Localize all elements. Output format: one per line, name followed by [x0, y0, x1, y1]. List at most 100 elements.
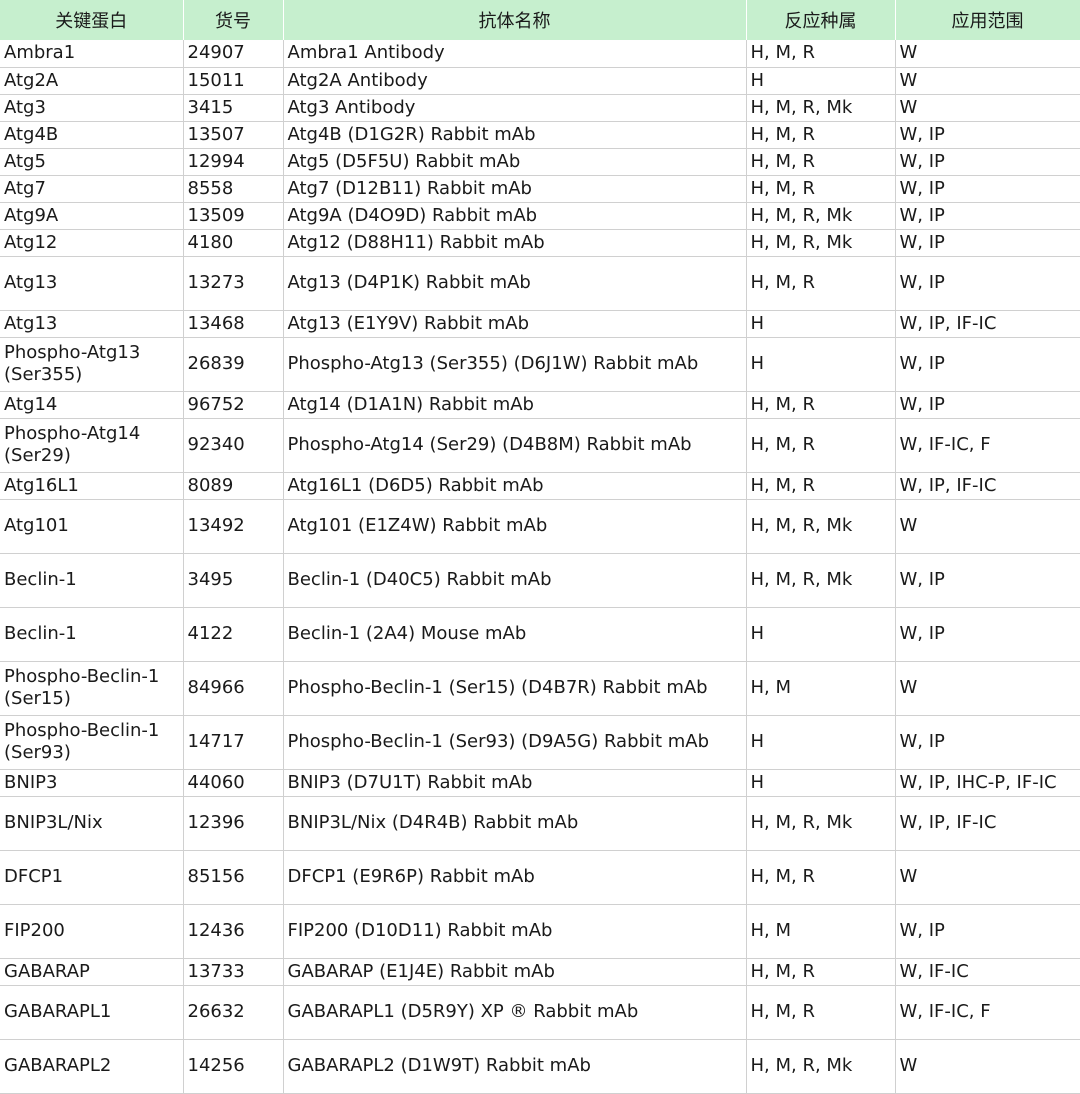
antibody-name-cell: Atg7 (D12B11) Rabbit mAb [283, 175, 747, 203]
protein-cell: DFCP1 [0, 850, 184, 905]
protein-cell: Atg16L1 [0, 472, 184, 500]
antibody-name-cell: Beclin-1 (2A4) Mouse mAb [283, 607, 747, 662]
table-row[interactable]: BNIP3 44060 BNIP3 (D7U1T) Rabbit mAb H W, IP… [0, 769, 1080, 797]
table-row[interactable]: DFCP1 85156 DFCP1 (E9R6P) Rabbit mAb H, M, … [0, 850, 1080, 905]
antibody-name-cell: Atg13 (D4P1K) Rabbit mAb [283, 256, 747, 311]
protein-cell: Phospho-Atg14 (Ser29) [0, 418, 184, 473]
protein-cell: Atg5 [0, 148, 184, 176]
catalog-number-cell: 84966 [183, 661, 284, 716]
column-header-protein[interactable]: 关键蛋白 [0, 0, 184, 40]
catalog-number-cell: 44060 [183, 769, 284, 797]
antibody-name-cell: Atg2A Antibody [283, 67, 747, 95]
table-header: 关键蛋白 货号 抗体名称 反应种属 应用范围 [0, 0, 1080, 40]
table-row[interactable]: Phospho-Beclin-1 (Ser15) 84966 Phospho-Bec… [0, 661, 1080, 716]
table-row[interactable]: Atg9A 13509 Atg9A (D4O9D) Rabbit mAb H, M, … [0, 202, 1080, 230]
species-cell: H [746, 607, 896, 662]
protein-cell: Beclin-1 [0, 607, 184, 662]
column-header-antibody-name[interactable]: 抗体名称 [283, 0, 747, 40]
application-cell: W [895, 1039, 1080, 1094]
protein-cell: Atg3 [0, 94, 184, 122]
catalog-number-cell: 26839 [183, 337, 284, 392]
protein-cell: Phospho-Beclin-1 (Ser15) [0, 661, 184, 716]
catalog-number-cell: 14256 [183, 1039, 284, 1094]
species-cell: H, M, R [746, 175, 896, 203]
catalog-number-cell: 13733 [183, 958, 284, 986]
species-cell: H, M, R [746, 148, 896, 176]
species-cell: H, M [746, 661, 896, 716]
table-row[interactable]: Phospho-Atg14 (Ser29) 92340 Phospho-Atg14 … [0, 418, 1080, 473]
catalog-number-cell: 85156 [183, 850, 284, 905]
application-cell: W, IP [895, 391, 1080, 419]
protein-cell: Atg13 [0, 310, 184, 338]
table-row[interactable]: Atg12 4180 Atg12 (D88H11) Rabbit mAb H, M, … [0, 229, 1080, 257]
table-row[interactable]: Phospho-Beclin-1 (Ser93) 14717 Phospho-Bec… [0, 715, 1080, 770]
protein-cell: Ambra1 [0, 40, 184, 68]
table-row[interactable]: Atg2A 15011 Atg2A Antibody H W [0, 67, 1080, 95]
species-cell: H, M, R [746, 958, 896, 986]
catalog-number-cell: 4122 [183, 607, 284, 662]
table-row[interactable]: Atg101 13492 Atg101 (E1Z4W) Rabbit mAb H, M… [0, 499, 1080, 554]
table-row[interactable]: GABARAPL1 26632 GABARAPL1 (D5R9Y) XP ® Rab… [0, 985, 1080, 1040]
table-row[interactable]: Ambra1 24907 Ambra1 Antibody H, M, RW [0, 40, 1080, 68]
application-cell: W, IP, IF-IC [895, 310, 1080, 338]
antibody-name-cell: Phospho-Atg14 (Ser29) (D4B8M) Rabbit mAb [283, 418, 747, 473]
column-header-catalog-number[interactable]: 货号 [183, 0, 284, 40]
table-row[interactable]: FIP200 12436 FIP200 (D10D11) Rabbit mAb H, … [0, 904, 1080, 959]
table-row[interactable]: Atg14 96752 Atg14 (D1A1N) Rabbit mAb H, M, … [0, 391, 1080, 419]
table-row[interactable]: Atg3 3415 Atg3 Antibody H, M, R, Mk W [0, 94, 1080, 122]
table-row[interactable]: Atg7 8558 Atg7 (D12B11) Rabbit mAb H, M, RW… [0, 175, 1080, 203]
table-row[interactable]: Beclin-1 4122 Beclin-1 (2A4) Mouse mAb H W, … [0, 607, 1080, 662]
species-cell: H, M, R, Mk [746, 202, 896, 230]
table-row[interactable]: Atg13 13468 Atg13 (E1Y9V) Rabbit mAb H W, IP… [0, 310, 1080, 338]
species-cell: H, M, R [746, 850, 896, 905]
table-row[interactable]: BNIP3L/Nix 12396 BNIP3L/Nix (D4R4B) Rabbit… [0, 796, 1080, 851]
antibody-name-cell: Beclin-1 (D40C5) Rabbit mAb [283, 553, 747, 608]
table-row[interactable]: Phospho-Atg13 (Ser355) 26839 Phospho-Atg13… [0, 337, 1080, 392]
species-cell: H, M [746, 904, 896, 959]
catalog-number-cell: 12396 [183, 796, 284, 851]
application-cell: W, IP [895, 256, 1080, 311]
protein-cell: Atg4B [0, 121, 184, 149]
antibody-name-cell: DFCP1 (E9R6P) Rabbit mAb [283, 850, 747, 905]
species-cell: H, M, R [746, 40, 896, 68]
species-cell: H, M, R [746, 418, 896, 473]
species-cell: H, M, R, Mk [746, 1039, 896, 1094]
antibody-name-cell: FIP200 (D10D11) Rabbit mAb [283, 904, 747, 959]
table-body: Ambra1 24907 Ambra1 Antibody H, M, R W Atg2A 1… [0, 40, 1080, 1094]
application-cell: W, IP [895, 202, 1080, 230]
table-row[interactable]: Atg4B 13507 Atg4B (D1G2R) Rabbit mAb H, M, … [0, 121, 1080, 149]
application-cell: W, IP [895, 229, 1080, 257]
application-cell: W, IF-IC [895, 958, 1080, 986]
species-cell: H [746, 715, 896, 770]
antibody-name-cell: GABARAPL1 (D5R9Y) XP ® Rabbit mAb [283, 985, 747, 1040]
application-cell: W, IP [895, 715, 1080, 770]
catalog-number-cell: 3495 [183, 553, 284, 608]
species-cell: H [746, 310, 896, 338]
application-cell: W, IP [895, 175, 1080, 203]
table-row[interactable]: Atg5 12994 Atg5 (D5F5U) Rabbit mAb H, M, RW… [0, 148, 1080, 176]
column-header-species[interactable]: 反应种属 [746, 0, 896, 40]
antibody-name-cell: Atg3 Antibody [283, 94, 747, 122]
application-cell: W, IP [895, 121, 1080, 149]
table-row[interactable]: Atg13 13273 Atg13 (D4P1K) Rabbit mAb H, M, … [0, 256, 1080, 311]
catalog-number-cell: 12994 [183, 148, 284, 176]
antibody-name-cell: BNIP3 (D7U1T) Rabbit mAb [283, 769, 747, 797]
antibody-name-cell: Phospho-Beclin-1 (Ser15) (D4B7R) Rabbit … [283, 661, 747, 716]
antibody-name-cell: Atg13 (E1Y9V) Rabbit mAb [283, 310, 747, 338]
table-row[interactable]: GABARAP 13733 GABARAP (E1J4E) Rabbit mAb H,… [0, 958, 1080, 986]
table-row[interactable]: Atg16L1 8089 Atg16L1 (D6D5) Rabbit mAb H, M… [0, 472, 1080, 500]
species-cell: H, M, R, Mk [746, 94, 896, 122]
application-cell: W [895, 850, 1080, 905]
protein-cell: GABARAP [0, 958, 184, 986]
table-row[interactable]: Beclin-1 3495 Beclin-1 (D40C5) Rabbit mAb H… [0, 553, 1080, 608]
catalog-number-cell: 13468 [183, 310, 284, 338]
protein-cell: GABARAPL1 [0, 985, 184, 1040]
protein-cell: Atg9A [0, 202, 184, 230]
antibody-table: 关键蛋白 货号 抗体名称 反应种属 应用范围 Ambra1 24907 Ambra1… [0, 0, 1080, 1094]
table-row[interactable]: GABARAPL2 14256 GABARAPL2 (D1W9T) Rabbit m… [0, 1039, 1080, 1094]
column-header-application[interactable]: 应用范围 [895, 0, 1080, 40]
catalog-number-cell: 24907 [183, 40, 284, 68]
antibody-name-cell: Atg14 (D1A1N) Rabbit mAb [283, 391, 747, 419]
catalog-number-cell: 13273 [183, 256, 284, 311]
application-cell: W [895, 40, 1080, 68]
